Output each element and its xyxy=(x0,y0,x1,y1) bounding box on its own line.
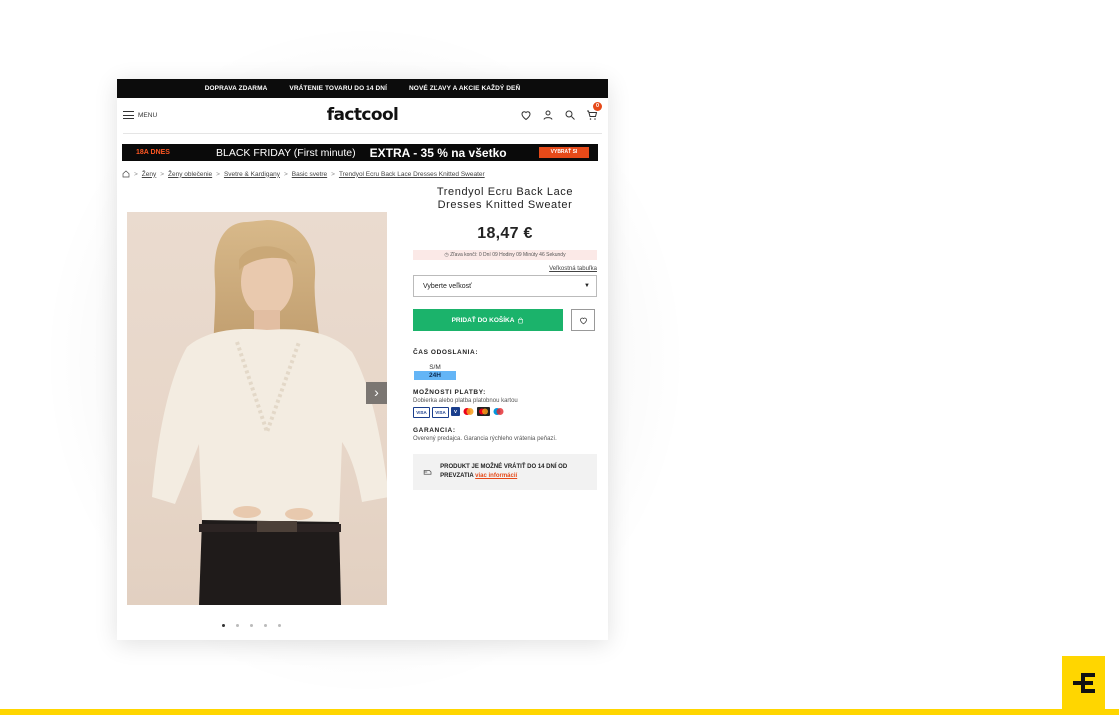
breadcrumb-item[interactable]: Basic svetre xyxy=(292,171,327,178)
maestro-icon xyxy=(492,407,505,416)
product-image[interactable] xyxy=(127,212,387,605)
clock-icon: ◷ xyxy=(444,252,449,258)
image-pagination[interactable] xyxy=(222,624,281,627)
menu-button[interactable]: MENU xyxy=(123,111,157,119)
user-icon[interactable] xyxy=(542,108,554,120)
hamburger-icon xyxy=(123,111,134,119)
guarantee-text: Overený predajca. Garancia rýchleho vrát… xyxy=(413,436,557,442)
size-chart-link[interactable]: Veľkostná tabuľka xyxy=(413,266,597,272)
payment-text: Dobierka alebo platba platobnou kartou xyxy=(413,398,518,404)
menu-label: MENU xyxy=(138,111,158,119)
guarantee-label: GARANCIA: xyxy=(413,427,456,434)
product-actions: PRIDAŤ DO KOŠÍKA xyxy=(413,309,597,331)
shipping-time: 24H xyxy=(414,371,456,380)
pagination-dot[interactable] xyxy=(250,624,253,627)
add-to-cart-button[interactable]: PRIDAŤ DO KOŠÍKA xyxy=(413,309,563,331)
promo-extra: EXTRA - 35 % na všetko xyxy=(369,145,507,160)
promo-banner[interactable]: 18A DNES BLACK FRIDAY (First minute) EXT… xyxy=(122,144,598,161)
search-icon[interactable] xyxy=(564,108,576,120)
pagination-dot[interactable] xyxy=(236,624,239,627)
size-select[interactable]: Vyberte veľkosť ▼ xyxy=(413,275,597,297)
shipping-time-label: ČAS ODOSLANIA: xyxy=(413,349,479,356)
more-info-link[interactable]: viac informácií xyxy=(475,473,517,479)
site-logo[interactable]: factcool xyxy=(327,105,399,125)
heart-icon xyxy=(579,317,587,324)
discount-timer: ◷ Zľava končí: 0 Dní 09 Hodiny 09 Minúty… xyxy=(413,250,597,260)
cart-count-badge: 0 xyxy=(593,102,602,111)
bag-icon xyxy=(518,317,524,323)
browser-frame: DOPRAVA ZDARMA VRÁTENIE TOVARU DO 14 DNÍ… xyxy=(117,79,608,640)
breadcrumb-item[interactable]: Svetre & Kardigany xyxy=(224,171,280,178)
breadcrumb-item[interactable]: Ženy xyxy=(142,171,156,178)
product-price: 18,47 € xyxy=(477,225,533,242)
topbar-returns: VRÁTENIE TOVARU DO 14 DNÍ xyxy=(289,85,387,92)
site-header: MENU factcool 0 xyxy=(123,98,602,134)
mastercard-dark-icon xyxy=(477,407,490,416)
next-image-arrow[interactable]: › xyxy=(366,382,387,404)
visa-icon: VISA xyxy=(413,407,430,418)
timer-text: Zľava končí: 0 Dní 09 Hodiny 09 Minúty 4… xyxy=(450,252,566,258)
pagination-dot[interactable] xyxy=(278,624,281,627)
v-pay-icon: V xyxy=(451,407,460,416)
product-title: Trendyol Ecru Back Lace Dresses Knitted … xyxy=(436,186,574,211)
return-info-box: PRODUKT JE MOŽNÉ VRÁTIŤ DO 14 DNÍ OD PRE… xyxy=(413,454,597,490)
breadcrumb-item-current[interactable]: Trendyol Ecru Back Lace Dresses Knitted … xyxy=(339,171,485,178)
payment-cards: VISA VISA V xyxy=(413,407,597,418)
pagination-dot[interactable] xyxy=(264,624,267,627)
header-icons: 0 xyxy=(520,102,602,121)
add-to-cart-label: PRIDAŤ DO KOŠÍKA xyxy=(451,316,515,324)
topbar-new-sales: NOVÉ ZĽAVY A AKCIE KAŽDÝ DEŇ xyxy=(409,85,521,92)
payment-label: MOŽNOSTI PLATBY: xyxy=(413,389,486,396)
breadcrumb: > Ženy > Ženy oblečenie > Svetre & Kardi… xyxy=(122,170,485,178)
pagination-dot[interactable] xyxy=(222,624,225,627)
shipping-size: S/M xyxy=(429,364,441,371)
home-icon[interactable] xyxy=(122,170,130,178)
topbar-free-shipping: DOPRAVA ZDARMA xyxy=(204,85,268,92)
top-info-bar: DOPRAVA ZDARMA VRÁTENIE TOVARU DO 14 DNÍ… xyxy=(117,79,608,98)
size-select-value: Vyberte veľkosť xyxy=(423,282,472,290)
bottom-accent-line xyxy=(0,709,1119,715)
wishlist-button[interactable] xyxy=(571,309,595,331)
caret-down-icon: ▼ xyxy=(584,283,590,289)
visa-electron-icon: VISA xyxy=(432,407,449,418)
cart-icon[interactable]: 0 xyxy=(586,102,602,120)
return-info-text: PRODUKT JE MOŽNÉ VRÁTIŤ DO 14 DNÍ OD PRE… xyxy=(440,464,568,479)
heart-icon[interactable] xyxy=(520,108,532,121)
brand-corner-logo xyxy=(1062,656,1105,710)
shipping-time-box: S/M 24H xyxy=(414,364,456,380)
promo-days: 18A DNES xyxy=(136,149,170,156)
product-details: Trendyol Ecru Back Lace Dresses Knitted … xyxy=(413,186,597,490)
promo-headline: BLACK FRIDAY (First minute) xyxy=(216,146,356,159)
mastercard-icon xyxy=(462,407,475,416)
promo-cta-button[interactable]: VYBRAŤ SI xyxy=(539,147,589,158)
breadcrumb-item[interactable]: Ženy oblečenie xyxy=(168,171,212,178)
return-package-icon xyxy=(423,470,432,475)
